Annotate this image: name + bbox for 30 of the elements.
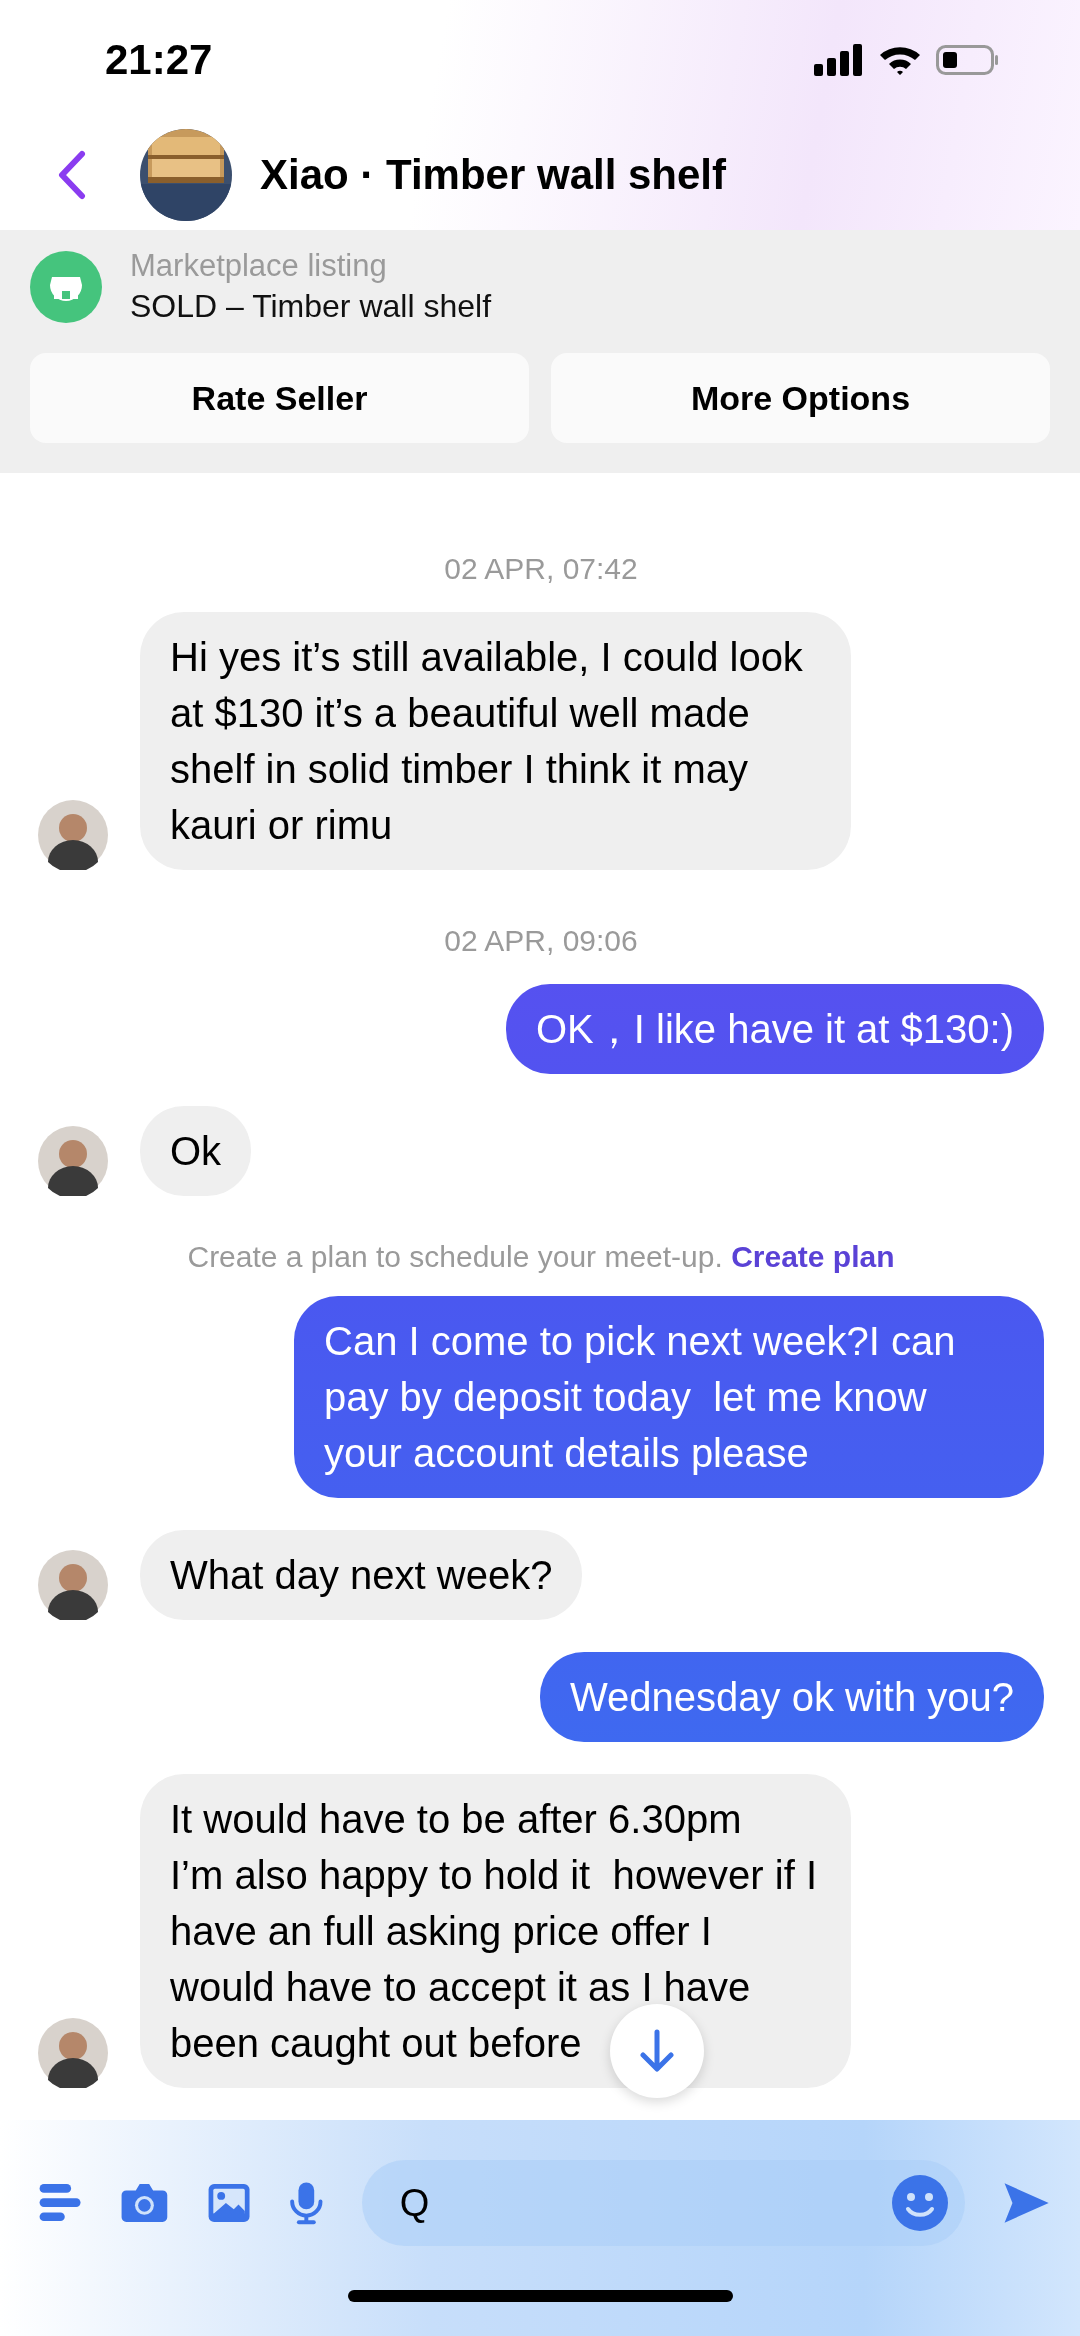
listing-button[interactable]: Rate Seller bbox=[30, 353, 529, 443]
message-bubble: Ok bbox=[140, 1106, 252, 1196]
back-icon[interactable] bbox=[56, 150, 86, 200]
battery-icon bbox=[936, 44, 1000, 76]
avatar-icon bbox=[38, 2018, 108, 2088]
message-field[interactable]: Q bbox=[361, 2160, 965, 2246]
shop-icon bbox=[30, 250, 102, 323]
message-bubble: OK，I like have it at $130:) bbox=[506, 984, 1044, 1074]
listing-caption: Marketplace listing bbox=[130, 248, 388, 284]
message-bubble: It would have to be after 6.30pm I’m also happy to hold it however if I have an full asking price offer I would have to accept it as I have been caught out before bbox=[140, 1774, 851, 2088]
plan-notice: Create a plan to schedule your meet-up. bbox=[187, 1240, 723, 1273]
avatar-icon bbox=[38, 1126, 108, 1196]
message-bubble: Wednesday ok with you? bbox=[540, 1652, 1044, 1742]
chat-title: Xiao · Timber wall shelf bbox=[260, 151, 727, 199]
text-input[interactable]: Q bbox=[397, 2180, 891, 2226]
listing-title: SOLD – Timber wall shelf bbox=[130, 288, 491, 325]
avatar-icon bbox=[38, 1550, 108, 1620]
message-bubble: What day next week? bbox=[140, 1530, 583, 1620]
date-label: 02 APR, 07:42 bbox=[444, 552, 638, 585]
signal-icon bbox=[814, 44, 864, 76]
arrow-down-icon bbox=[637, 2029, 677, 2073]
status-time: 21:27 bbox=[105, 36, 213, 84]
message-bubble: Hi yes it’s still available, I could look at $130 it’s a beautiful well made shelf in solid timber I think it may kauri or rimu bbox=[140, 612, 851, 870]
wifi-icon bbox=[878, 44, 922, 76]
message-bubble: Can I come to pick next week?I can pay by deposit today let me know your account details please bbox=[294, 1296, 1044, 1498]
create-plan-link[interactable]: Create plan bbox=[731, 1240, 895, 1273]
listing-button[interactable]: More Options bbox=[551, 353, 1050, 443]
emoji-icon[interactable] bbox=[890, 2174, 949, 2232]
avatar-icon bbox=[38, 800, 108, 870]
date-label: 02 APR, 09:06 bbox=[444, 924, 638, 957]
